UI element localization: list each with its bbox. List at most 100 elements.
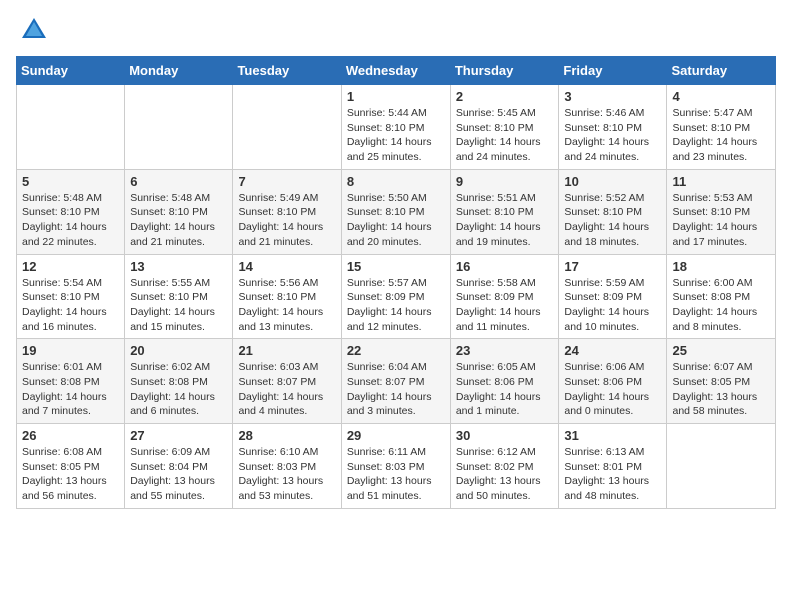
calendar-day-cell: 7 Sunrise: 5:49 AM Sunset: 8:10 PM Daylig… <box>233 169 341 254</box>
day-info: Sunrise: 5:48 AM Sunset: 8:10 PM Dayligh… <box>130 191 227 250</box>
day-info: Sunrise: 5:56 AM Sunset: 8:10 PM Dayligh… <box>238 276 335 335</box>
calendar-day-cell: 21 Sunrise: 6:03 AM Sunset: 8:07 PM Dayli… <box>233 339 341 424</box>
day-info: Sunrise: 6:07 AM Sunset: 8:05 PM Dayligh… <box>672 360 770 419</box>
day-number: 28 <box>238 428 335 443</box>
day-of-week-header: Friday <box>559 57 667 85</box>
day-info: Sunrise: 6:02 AM Sunset: 8:08 PM Dayligh… <box>130 360 227 419</box>
day-number: 3 <box>564 89 661 104</box>
calendar-day-cell: 25 Sunrise: 6:07 AM Sunset: 8:05 PM Dayli… <box>667 339 776 424</box>
day-number: 7 <box>238 174 335 189</box>
calendar-table: SundayMondayTuesdayWednesdayThursdayFrid… <box>16 56 776 509</box>
calendar-day-cell: 4 Sunrise: 5:47 AM Sunset: 8:10 PM Daylig… <box>667 85 776 170</box>
day-info: Sunrise: 5:45 AM Sunset: 8:10 PM Dayligh… <box>456 106 554 165</box>
day-number: 2 <box>456 89 554 104</box>
day-number: 29 <box>347 428 445 443</box>
day-number: 12 <box>22 259 119 274</box>
day-of-week-header: Monday <box>125 57 233 85</box>
calendar-header-row: SundayMondayTuesdayWednesdayThursdayFrid… <box>17 57 776 85</box>
calendar-week-row: 12 Sunrise: 5:54 AM Sunset: 8:10 PM Dayli… <box>17 254 776 339</box>
day-info: Sunrise: 5:47 AM Sunset: 8:10 PM Dayligh… <box>672 106 770 165</box>
calendar-day-cell: 5 Sunrise: 5:48 AM Sunset: 8:10 PM Daylig… <box>17 169 125 254</box>
day-info: Sunrise: 6:09 AM Sunset: 8:04 PM Dayligh… <box>130 445 227 504</box>
day-info: Sunrise: 5:50 AM Sunset: 8:10 PM Dayligh… <box>347 191 445 250</box>
day-info: Sunrise: 5:53 AM Sunset: 8:10 PM Dayligh… <box>672 191 770 250</box>
day-number: 25 <box>672 343 770 358</box>
calendar-day-cell: 23 Sunrise: 6:05 AM Sunset: 8:06 PM Dayli… <box>450 339 559 424</box>
day-number: 5 <box>22 174 119 189</box>
day-info: Sunrise: 6:03 AM Sunset: 8:07 PM Dayligh… <box>238 360 335 419</box>
calendar-day-cell: 26 Sunrise: 6:08 AM Sunset: 8:05 PM Dayli… <box>17 424 125 509</box>
calendar-day-cell: 8 Sunrise: 5:50 AM Sunset: 8:10 PM Daylig… <box>341 169 450 254</box>
day-info: Sunrise: 6:08 AM Sunset: 8:05 PM Dayligh… <box>22 445 119 504</box>
calendar-empty-cell <box>17 85 125 170</box>
calendar-empty-cell <box>125 85 233 170</box>
logo-icon <box>20 16 48 44</box>
calendar-day-cell: 14 Sunrise: 5:56 AM Sunset: 8:10 PM Dayli… <box>233 254 341 339</box>
day-number: 14 <box>238 259 335 274</box>
day-number: 30 <box>456 428 554 443</box>
day-number: 11 <box>672 174 770 189</box>
calendar-day-cell: 3 Sunrise: 5:46 AM Sunset: 8:10 PM Daylig… <box>559 85 667 170</box>
day-info: Sunrise: 5:49 AM Sunset: 8:10 PM Dayligh… <box>238 191 335 250</box>
day-info: Sunrise: 5:59 AM Sunset: 8:09 PM Dayligh… <box>564 276 661 335</box>
calendar-week-row: 19 Sunrise: 6:01 AM Sunset: 8:08 PM Dayli… <box>17 339 776 424</box>
logo <box>16 16 48 44</box>
day-info: Sunrise: 5:55 AM Sunset: 8:10 PM Dayligh… <box>130 276 227 335</box>
day-info: Sunrise: 5:52 AM Sunset: 8:10 PM Dayligh… <box>564 191 661 250</box>
day-of-week-header: Wednesday <box>341 57 450 85</box>
day-info: Sunrise: 6:10 AM Sunset: 8:03 PM Dayligh… <box>238 445 335 504</box>
calendar-day-cell: 22Sunrise: 6:04 AM Sunset: 8:07 PM Dayli… <box>341 339 450 424</box>
calendar-day-cell: 20 Sunrise: 6:02 AM Sunset: 8:08 PM Dayli… <box>125 339 233 424</box>
calendar-day-cell: 24Sunrise: 6:06 AM Sunset: 8:06 PM Dayli… <box>559 339 667 424</box>
day-number: 20 <box>130 343 227 358</box>
day-number: 19 <box>22 343 119 358</box>
calendar-empty-cell <box>233 85 341 170</box>
day-info: Sunrise: 5:51 AM Sunset: 8:10 PM Dayligh… <box>456 191 554 250</box>
day-number: 4 <box>672 89 770 104</box>
calendar-day-cell: 6Sunrise: 5:48 AM Sunset: 8:10 PM Daylig… <box>125 169 233 254</box>
day-number: 17 <box>564 259 661 274</box>
calendar-week-row: 26 Sunrise: 6:08 AM Sunset: 8:05 PM Dayli… <box>17 424 776 509</box>
calendar-day-cell: 1 Sunrise: 5:44 AM Sunset: 8:10 PM Daylig… <box>341 85 450 170</box>
day-info: Sunrise: 6:13 AM Sunset: 8:01 PM Dayligh… <box>564 445 661 504</box>
day-info: Sunrise: 6:12 AM Sunset: 8:02 PM Dayligh… <box>456 445 554 504</box>
day-number: 13 <box>130 259 227 274</box>
day-info: Sunrise: 6:00 AM Sunset: 8:08 PM Dayligh… <box>672 276 770 335</box>
day-number: 15 <box>347 259 445 274</box>
calendar-day-cell: 9Sunrise: 5:51 AM Sunset: 8:10 PM Daylig… <box>450 169 559 254</box>
day-number: 27 <box>130 428 227 443</box>
day-number: 18 <box>672 259 770 274</box>
calendar-week-row: 1 Sunrise: 5:44 AM Sunset: 8:10 PM Daylig… <box>17 85 776 170</box>
day-number: 10 <box>564 174 661 189</box>
day-number: 21 <box>238 343 335 358</box>
day-info: Sunrise: 5:46 AM Sunset: 8:10 PM Dayligh… <box>564 106 661 165</box>
day-info: Sunrise: 6:11 AM Sunset: 8:03 PM Dayligh… <box>347 445 445 504</box>
day-info: Sunrise: 5:48 AM Sunset: 8:10 PM Dayligh… <box>22 191 119 250</box>
calendar-day-cell: 18 Sunrise: 6:00 AM Sunset: 8:08 PM Dayli… <box>667 254 776 339</box>
calendar-empty-cell <box>667 424 776 509</box>
page-header <box>16 16 776 44</box>
day-info: Sunrise: 5:44 AM Sunset: 8:10 PM Dayligh… <box>347 106 445 165</box>
calendar-day-cell: 12 Sunrise: 5:54 AM Sunset: 8:10 PM Dayli… <box>17 254 125 339</box>
calendar-day-cell: 17 Sunrise: 5:59 AM Sunset: 8:09 PM Dayli… <box>559 254 667 339</box>
day-number: 31 <box>564 428 661 443</box>
calendar-day-cell: 13 Sunrise: 5:55 AM Sunset: 8:10 PM Dayli… <box>125 254 233 339</box>
day-info: Sunrise: 5:54 AM Sunset: 8:10 PM Dayligh… <box>22 276 119 335</box>
day-info: Sunrise: 6:04 AM Sunset: 8:07 PM Dayligh… <box>347 360 445 419</box>
day-info: Sunrise: 6:05 AM Sunset: 8:06 PM Dayligh… <box>456 360 554 419</box>
day-number: 26 <box>22 428 119 443</box>
calendar-day-cell: 11 Sunrise: 5:53 AM Sunset: 8:10 PM Dayli… <box>667 169 776 254</box>
calendar-day-cell: 29 Sunrise: 6:11 AM Sunset: 8:03 PM Dayli… <box>341 424 450 509</box>
day-number: 1 <box>347 89 445 104</box>
day-info: Sunrise: 6:01 AM Sunset: 8:08 PM Dayligh… <box>22 360 119 419</box>
calendar-day-cell: 31 Sunrise: 6:13 AM Sunset: 8:01 PM Dayli… <box>559 424 667 509</box>
calendar-day-cell: 28 Sunrise: 6:10 AM Sunset: 8:03 PM Dayli… <box>233 424 341 509</box>
calendar-day-cell: 10 Sunrise: 5:52 AM Sunset: 8:10 PM Dayli… <box>559 169 667 254</box>
day-number: 8 <box>347 174 445 189</box>
day-of-week-header: Saturday <box>667 57 776 85</box>
calendar-day-cell: 30 Sunrise: 6:12 AM Sunset: 8:02 PM Dayli… <box>450 424 559 509</box>
day-of-week-header: Tuesday <box>233 57 341 85</box>
day-number: 23 <box>456 343 554 358</box>
calendar-day-cell: 15Sunrise: 5:57 AM Sunset: 8:09 PM Dayli… <box>341 254 450 339</box>
calendar-day-cell: 2 Sunrise: 5:45 AM Sunset: 8:10 PM Daylig… <box>450 85 559 170</box>
